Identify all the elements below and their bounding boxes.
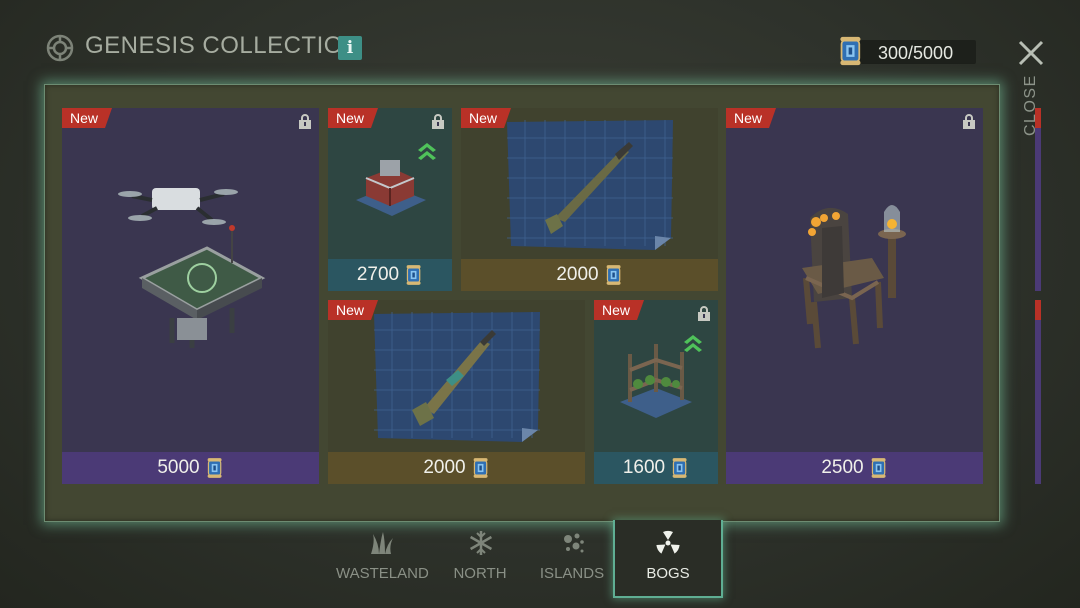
new-badge: New <box>461 108 512 128</box>
radiation-icon <box>656 530 680 554</box>
gene-capsule-icon <box>671 456 689 480</box>
collection-card-workbench[interactable]: New 2700 <box>328 108 452 291</box>
price-value: 2000 <box>423 457 466 478</box>
price-value: 5000 <box>157 457 200 478</box>
price-bar: 5000 <box>62 452 319 484</box>
upgrade-arrows-icon <box>416 140 438 160</box>
upgrade-arrows-icon <box>682 332 704 352</box>
new-badge: New <box>328 300 379 320</box>
tab-wasteland[interactable]: WASTELAND <box>336 520 429 596</box>
lock-icon <box>696 305 712 321</box>
gene-capsule-icon <box>405 263 423 287</box>
tab-label: BOGS <box>646 565 690 582</box>
tab-north[interactable]: NORTH <box>435 520 525 596</box>
price-bar: 2000 <box>461 259 718 291</box>
lock-icon <box>430 113 446 129</box>
grass-icon <box>371 532 393 554</box>
gene-capsule-icon <box>838 34 864 68</box>
genesis-logo-icon <box>46 34 74 62</box>
collection-card-planter-shelf[interactable]: New 1600 <box>594 300 718 484</box>
next-card-edge <box>1035 300 1041 484</box>
tab-label: WASTELAND <box>336 565 429 582</box>
next-card-badge-edge <box>1035 108 1041 128</box>
new-badge: New <box>726 108 777 128</box>
gene-capsule-icon <box>605 263 623 287</box>
shotgun-blueprint-image <box>507 120 673 250</box>
new-badge: New <box>62 108 113 128</box>
collection-card-shotgun-blueprint[interactable]: New 2000 <box>461 108 718 291</box>
collection-card-throne-chair[interactable]: New 2500 <box>726 108 983 484</box>
region-tabs: WASTELAND NORTH ISLANDS BOGS <box>336 520 730 608</box>
throne-chair-image <box>802 205 906 349</box>
drone-landing-pad-image <box>118 188 266 348</box>
header: GENESIS COLLECTION i 300/5000 CLOSE <box>0 0 1080 136</box>
info-button[interactable]: i <box>338 36 362 60</box>
tab-islands[interactable]: ISLANDS <box>527 520 617 596</box>
price-bar: 2500 <box>726 452 983 484</box>
currency-value: 300/5000 <box>878 43 954 63</box>
next-card-badge-edge <box>1035 300 1041 320</box>
tab-label: NORTH <box>453 565 507 582</box>
tab-bogs[interactable]: BOGS <box>613 520 723 598</box>
price-value: 2500 <box>821 457 864 478</box>
page-title: GENESIS COLLECTION <box>85 32 361 59</box>
price-value: 2000 <box>556 264 599 285</box>
planter-shelf-image <box>620 344 692 418</box>
gene-capsule-icon <box>870 456 888 480</box>
collection-card-rifle-blueprint[interactable]: New 2000 <box>328 300 585 484</box>
price-bar: 2000 <box>328 452 585 484</box>
gene-capsule-icon <box>472 456 490 480</box>
next-card-edge <box>1035 108 1041 291</box>
lock-icon <box>297 113 313 129</box>
close-icon[interactable] <box>1016 38 1046 68</box>
collection-board: New 5000 New 2700 New 2000 New 2500 New … <box>44 84 1041 522</box>
price-bar: 2700 <box>328 259 452 291</box>
rifle-blueprint-image <box>374 312 540 442</box>
price-value: 2700 <box>356 264 400 285</box>
snowflake-icon <box>469 531 493 555</box>
price-bar: 1600 <box>594 452 718 484</box>
tab-label: ISLANDS <box>539 565 605 582</box>
new-badge: New <box>594 300 645 320</box>
currency-counter: 300/5000 <box>838 34 978 68</box>
price-value: 1600 <box>622 457 666 478</box>
gene-capsule-icon <box>206 456 224 480</box>
new-badge: New <box>328 108 379 128</box>
islands-icon <box>564 533 584 553</box>
collection-card-drone-pad[interactable]: New 5000 <box>62 108 319 484</box>
lock-icon <box>961 113 977 129</box>
